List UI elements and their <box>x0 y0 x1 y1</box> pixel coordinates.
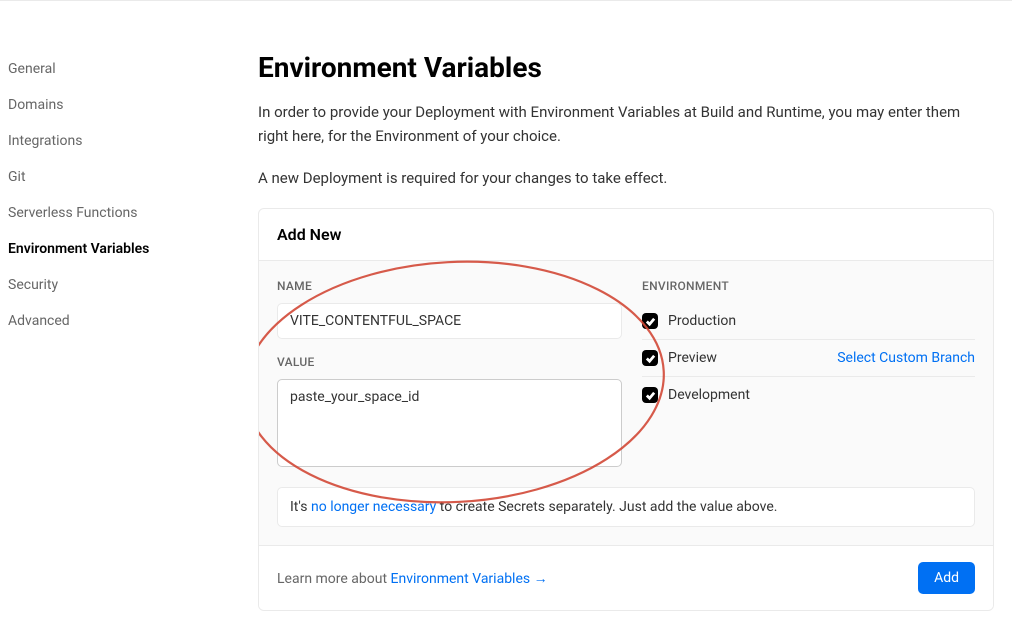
add-button[interactable]: Add <box>918 562 975 594</box>
sidebar-item-domains[interactable]: Domains <box>8 87 238 123</box>
env-label-preview: Preview <box>668 350 837 366</box>
info-link[interactable]: no longer necessary <box>311 499 436 515</box>
page-description-2: A new Deployment is required for your ch… <box>258 166 994 190</box>
value-label: VALUE <box>277 355 622 369</box>
env-label-development: Development <box>668 387 975 403</box>
learn-link[interactable]: Environment Variables → <box>391 571 548 587</box>
page-description-1: In order to provide your Deployment with… <box>258 100 994 148</box>
env-row-preview: Preview Select Custom Branch <box>642 339 975 376</box>
checkbox-development[interactable] <box>642 387 658 403</box>
env-label-production: Production <box>668 313 975 329</box>
checkbox-production[interactable] <box>642 313 658 329</box>
checkbox-preview[interactable] <box>642 350 658 366</box>
sidebar-item-advanced[interactable]: Advanced <box>8 303 238 339</box>
info-suffix: to create Secrets separately. Just add t… <box>436 499 777 515</box>
name-input[interactable] <box>277 303 622 339</box>
learn-more: Learn more about Environment Variables → <box>277 570 548 587</box>
settings-sidebar: General Domains Integrations Git Serverl… <box>8 51 258 611</box>
info-prefix: It's <box>290 499 311 515</box>
main-content: Environment Variables In order to provid… <box>258 51 1004 611</box>
sidebar-item-environment-variables[interactable]: Environment Variables <box>8 231 238 267</box>
card-header: Add New <box>259 209 993 261</box>
card-body: NAME VALUE paste_your_space_id ENVIRONME… <box>259 261 993 545</box>
sidebar-item-security[interactable]: Security <box>8 267 238 303</box>
arrow-right-icon: → <box>530 571 547 587</box>
sidebar-item-serverless-functions[interactable]: Serverless Functions <box>8 195 238 231</box>
sidebar-item-git[interactable]: Git <box>8 159 238 195</box>
env-row-development: Development <box>642 376 975 413</box>
learn-prefix: Learn more about <box>277 571 391 587</box>
name-label: NAME <box>277 279 622 293</box>
value-textarea[interactable]: paste_your_space_id <box>277 379 622 467</box>
page-title: Environment Variables <box>258 51 994 84</box>
select-custom-branch-link[interactable]: Select Custom Branch <box>837 350 975 366</box>
info-box: It's no longer necessary to create Secre… <box>277 487 975 527</box>
sidebar-item-integrations[interactable]: Integrations <box>8 123 238 159</box>
card-footer: Learn more about Environment Variables →… <box>259 545 993 610</box>
sidebar-item-general[interactable]: General <box>8 51 238 87</box>
env-row-production: Production <box>642 303 975 339</box>
add-new-card: Add New NAME VALUE paste_your_space_id <box>258 208 994 611</box>
environment-label: ENVIRONMENT <box>642 279 975 293</box>
